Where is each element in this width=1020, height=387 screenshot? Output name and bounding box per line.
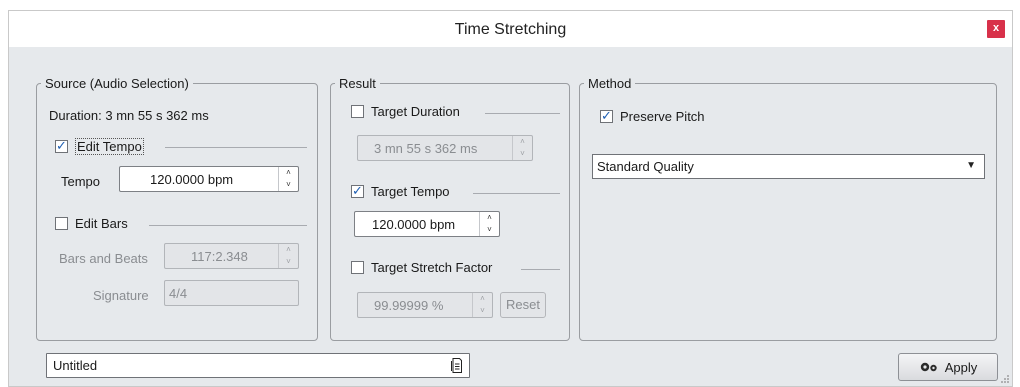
bars-beats-value: 117:2.348	[191, 248, 248, 264]
target-stretch-checkbox[interactable]: Target Stretch Factor	[351, 260, 492, 275]
signature-label: Signature	[93, 288, 149, 303]
edit-tempo-checkbox-box[interactable]	[55, 138, 68, 154]
window-title: Time Stretching	[454, 21, 567, 38]
target-duration-checkbox-box[interactable]	[351, 105, 364, 118]
bars-beats-decrement-icon: ˅	[286, 257, 291, 266]
target-duration-divider	[485, 113, 560, 114]
result-legend: Result	[339, 76, 376, 91]
edit-bars-label: Edit Bars	[75, 216, 128, 231]
apply-label: Apply	[944, 359, 978, 375]
target-tempo-decrement-icon[interactable]: ˅	[480, 224, 499, 236]
target-stretch-increment-icon: ˄	[480, 294, 485, 303]
duration-value: 3 mn 55 s 362 ms	[105, 108, 209, 123]
chevron-down-icon[interactable]: ▼	[966, 160, 976, 171]
tempo-label: Tempo	[61, 174, 101, 189]
dialog-content: Source (Audio Selection) Duration: 3 mn …	[9, 47, 1012, 386]
gears-icon	[920, 362, 937, 372]
tempo-decrement-icon[interactable]: ˅	[279, 179, 298, 191]
preserve-pitch-checkbox[interactable]: Preserve Pitch	[600, 108, 705, 124]
target-tempo-increment-icon[interactable]: ˄	[480, 212, 499, 224]
reset-button[interactable]: Reset	[500, 292, 546, 318]
target-tempo-divider	[473, 193, 560, 194]
edit-bars-checkbox-box[interactable]	[55, 217, 68, 230]
resize-grip-icon[interactable]	[1000, 374, 1010, 384]
quality-select[interactable]: Standard Quality ▼	[592, 154, 985, 179]
edit-bars-checkbox[interactable]: Edit Bars	[55, 216, 128, 231]
edit-tempo-divider	[165, 147, 307, 148]
target-stretch-stepper: ˄ ˅	[472, 293, 492, 317]
preset-menu-icon[interactable]	[450, 357, 463, 374]
target-duration-value: 3 mn 55 s 362 ms	[374, 140, 478, 156]
method-legend: Method	[588, 76, 632, 91]
bars-beats-stepper: ˄ ˅	[278, 244, 298, 268]
duration-row: Duration: 3 mn 55 s 362 ms	[49, 108, 209, 123]
apply-button[interactable]: Apply	[898, 353, 998, 381]
target-stretch-divider	[521, 269, 560, 270]
source-legend: Source (Audio Selection)	[45, 76, 189, 91]
bars-beats-label: Bars and Beats	[59, 251, 148, 266]
tempo-value: 120.0000 bpm	[150, 171, 234, 187]
title-bar[interactable]: Time Stretching x	[9, 11, 1012, 47]
target-tempo-label: Target Tempo	[371, 184, 450, 199]
tempo-spinbox[interactable]: 120.0000 bpm ˄ ˅	[119, 166, 299, 192]
signature-field: 4/4	[164, 280, 299, 306]
target-stretch-value: 99.99999 %	[374, 297, 444, 313]
target-duration-checkbox[interactable]: Target Duration	[351, 104, 460, 119]
target-stretch-spinbox: 99.99999 % ˄ ˅	[357, 292, 493, 318]
bars-beats-spinbox: 117:2.348 ˄ ˅	[164, 243, 299, 269]
target-duration-label: Target Duration	[371, 104, 460, 119]
target-duration-increment-icon: ˄	[520, 137, 525, 146]
duration-label: Duration:	[49, 108, 102, 123]
target-stretch-decrement-icon: ˅	[480, 306, 485, 315]
signature-value: 4/4	[169, 285, 188, 301]
target-stretch-label: Target Stretch Factor	[371, 260, 493, 275]
target-tempo-stepper[interactable]: ˄ ˅	[479, 212, 499, 236]
time-stretching-dialog: Time Stretching x Source (Audio Selectio…	[8, 10, 1013, 387]
target-tempo-checkbox[interactable]: Target Tempo	[351, 183, 450, 199]
preset-name-value: Untitled	[53, 358, 98, 373]
edit-tempo-checkbox[interactable]: Edit Tempo	[55, 138, 144, 155]
edit-bars-divider	[149, 225, 307, 226]
preset-name-field[interactable]: Untitled	[46, 353, 470, 378]
tempo-increment-icon[interactable]: ˄	[279, 167, 298, 179]
quality-value: Standard Quality	[597, 159, 694, 174]
tempo-stepper[interactable]: ˄ ˅	[278, 167, 298, 191]
target-tempo-spinbox[interactable]: 120.0000 bpm ˄ ˅	[354, 211, 500, 237]
edit-tempo-label: Edit Tempo	[75, 138, 144, 155]
target-duration-stepper: ˄ ˅	[512, 136, 532, 160]
target-duration-decrement-icon: ˅	[520, 149, 525, 158]
target-duration-spinbox: 3 mn 55 s 362 ms ˄ ˅	[357, 135, 533, 161]
close-button[interactable]: x	[987, 20, 1005, 38]
target-stretch-checkbox-box[interactable]	[351, 261, 364, 274]
target-tempo-value: 120.0000 bpm	[372, 216, 456, 232]
preserve-pitch-label: Preserve Pitch	[620, 109, 705, 124]
bars-beats-increment-icon: ˄	[286, 245, 291, 254]
target-tempo-checkbox-box[interactable]	[351, 183, 364, 199]
preserve-pitch-checkbox-box[interactable]	[600, 108, 613, 124]
